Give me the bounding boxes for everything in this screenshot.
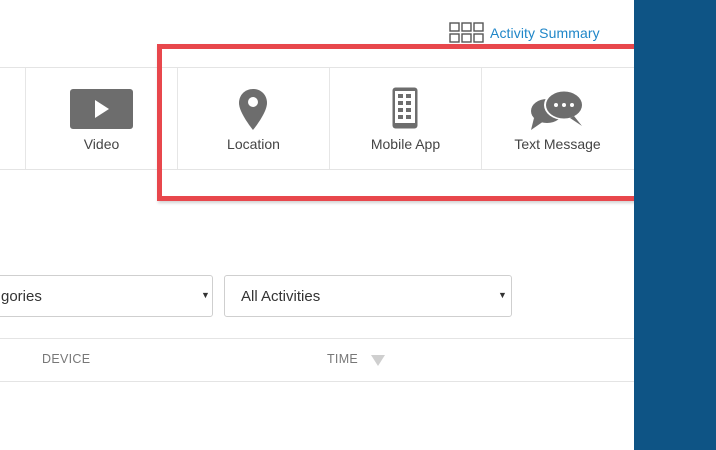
activity-type-row: Video Location Mobile App Text Message (0, 67, 634, 170)
activity-type-mobile-app[interactable]: Mobile App (330, 68, 482, 169)
sort-descending-icon[interactable] (371, 355, 385, 366)
chevron-down-icon: ▼ (201, 290, 210, 300)
activity-summary-link[interactable]: Activity Summary (449, 22, 600, 44)
activity-type-video[interactable]: Video (26, 68, 178, 169)
activities-select[interactable]: All Activities ▼ (224, 275, 512, 317)
location-pin-icon (239, 89, 267, 130)
chat-bubbles-icon (531, 90, 584, 130)
column-header-device[interactable]: DEVICE (42, 352, 90, 366)
activity-type-label: Video (83, 136, 120, 152)
categories-select-value: gories (1, 288, 42, 305)
activities-select-value: All Activities (241, 288, 321, 305)
activity-type-location[interactable]: Location (178, 68, 330, 169)
side-panel (634, 0, 716, 450)
mobile-phone-icon (392, 87, 418, 129)
activity-summary-label: Activity Summary (490, 25, 600, 41)
activity-type-text-message[interactable]: Text Message (482, 68, 633, 169)
column-header-time[interactable]: TIME (327, 352, 358, 366)
activity-table-header: DEVICE TIME (0, 338, 634, 382)
main-content: Activity Summary Video Location Mobile A… (0, 0, 634, 450)
activity-type-label: Text Message (514, 136, 601, 152)
video-play-icon (70, 89, 133, 129)
activity-type-label: Location (227, 136, 280, 152)
grid-view-icon (449, 22, 484, 43)
activity-type-label: Mobile App (370, 136, 441, 152)
categories-select[interactable]: gories ▼ (0, 275, 213, 317)
chevron-down-icon: ▼ (498, 290, 507, 300)
activity-type-previous[interactable] (0, 68, 26, 169)
